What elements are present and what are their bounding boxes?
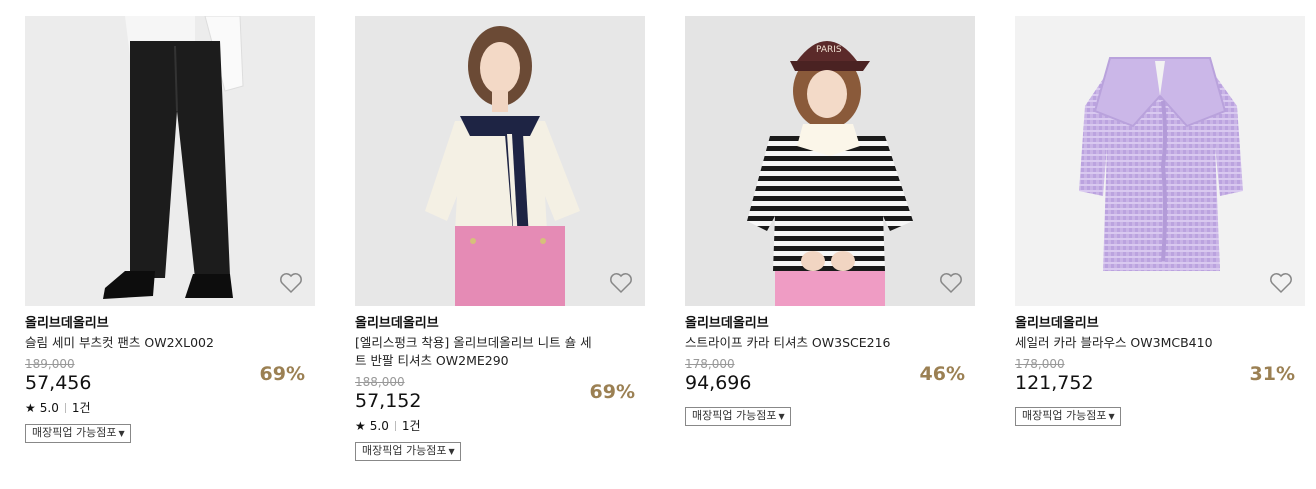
review-count: 1건 [71,401,91,415]
rating: ★ 5.0 1건 [25,401,315,415]
sale-price: 57,152 [355,390,422,412]
pants-image [25,16,315,306]
product-name[interactable]: 스트라이프 카라 티셔츠 OW3SCE216 [685,334,930,352]
caret-down-icon: ▼ [448,447,455,456]
stripe-tshirt-image: PARIS [685,16,975,306]
product-image-sailor-blouse[interactable] [1015,16,1305,306]
star-icon: ★ [355,419,366,433]
discount-rate: 31% [1249,363,1295,385]
star-icon: ★ [25,401,36,415]
product-grid: 올리브데올리브 슬림 세미 부츠컷 팬츠 OW2XL002 189,000 57… [25,16,1305,461]
rating-value: 5.0 [39,401,59,415]
sale-price: 94,696 [685,372,752,394]
sailor-blouse-image [1015,16,1305,306]
product-name[interactable]: [엘리스펑크 착용] 올리브데올리브 니트 숄 세트 반팔 티셔츠 OW2ME2… [355,334,600,370]
discount-rate: 69% [589,381,635,403]
cap-text: PARIS [816,45,842,55]
price-row: 57,456 69% [25,363,315,395]
product-card[interactable]: PARIS 올리브데올리브 스트라이프 카라 티셔츠 OW3SCE216 178… [685,16,975,461]
divider [394,421,396,431]
product-image-shawl-tshirt[interactable] [355,16,645,306]
price-row: 121,752 31% [1015,363,1305,395]
product-name[interactable]: 세일러 카라 블라우스 OW3MCB410 [1015,334,1260,352]
store-pickup-button[interactable]: 매장픽업 가능점포 ▼ [25,424,131,443]
brand-name: 올리브데올리브 [685,316,769,331]
product-card[interactable]: 올리브데올리브 [엘리스펑크 착용] 올리브데올리브 니트 숄 세트 반팔 티셔… [355,16,645,461]
store-pickup-button[interactable]: 매장픽업 가능점포 ▼ [355,442,461,461]
product-card[interactable]: 올리브데올리브 슬림 세미 부츠컷 팬츠 OW2XL002 189,000 57… [25,16,315,461]
shawl-tshirt-image [355,16,645,306]
product-card[interactable]: 올리브데올리브 세일러 카라 블라우스 OW3MCB410 178,000 12… [1015,16,1305,461]
brand-name: 올리브데올리브 [355,316,439,331]
brand-name: 올리브데올리브 [1015,316,1099,331]
pickup-label: 매장픽업 가능점포 [362,444,447,457]
sale-price: 57,456 [25,372,92,394]
heart-icon[interactable] [1269,272,1293,294]
caret-down-icon: ▼ [778,412,785,421]
product-image-pants[interactable] [25,16,315,306]
store-pickup-button[interactable]: 매장픽업 가능점포 ▼ [685,407,791,426]
brand-name: 올리브데올리브 [25,316,109,331]
rating-value: 5.0 [369,419,389,433]
review-count: 1건 [401,419,421,433]
heart-icon[interactable] [279,272,303,294]
pickup-label: 매장픽업 가능점포 [692,409,777,422]
pickup-label: 매장픽업 가능점포 [1022,409,1107,422]
discount-rate: 69% [259,363,305,385]
rating: ★ 5.0 1건 [355,419,645,433]
price-row: 94,696 46% [685,363,975,395]
heart-icon[interactable] [609,272,633,294]
sale-price: 121,752 [1015,372,1094,394]
price-row: 57,152 69% [355,381,645,413]
divider [64,403,66,413]
discount-rate: 46% [919,363,965,385]
caret-down-icon: ▼ [118,429,125,438]
store-pickup-button[interactable]: 매장픽업 가능점포 ▼ [1015,407,1121,426]
caret-down-icon: ▼ [1108,412,1115,421]
heart-icon[interactable] [939,272,963,294]
pickup-label: 매장픽업 가능점포 [32,426,117,439]
product-name[interactable]: 슬림 세미 부츠컷 팬츠 OW2XL002 [25,334,270,352]
product-image-stripe-tshirt[interactable]: PARIS [685,16,975,306]
